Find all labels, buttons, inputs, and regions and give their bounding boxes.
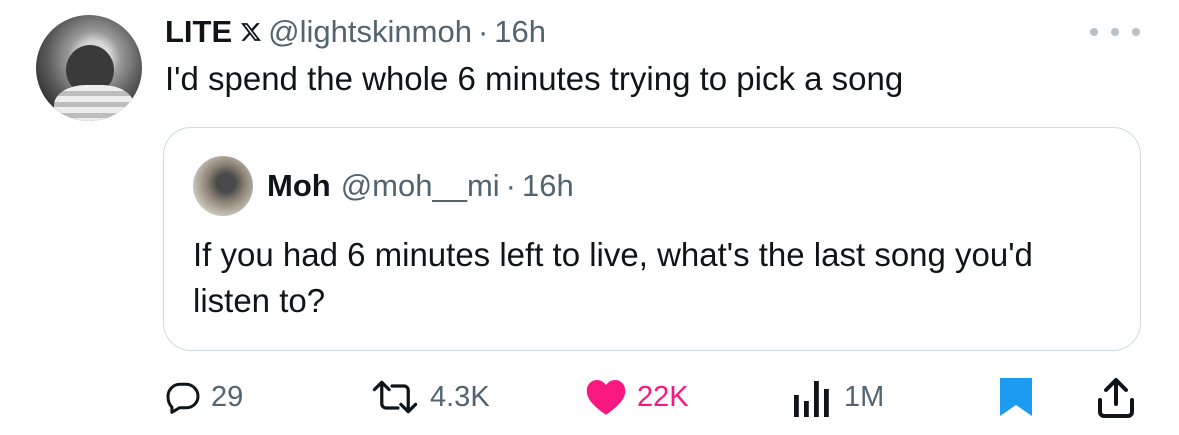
quoted-tweet[interactable]: Moh @moh__mi · 16h If you had 6 minutes …: [163, 127, 1141, 351]
avatar[interactable]: [36, 15, 142, 121]
more-dot: [1111, 28, 1119, 36]
quoted-handle[interactable]: @moh__mi: [341, 168, 500, 204]
share-button[interactable]: [1096, 372, 1136, 422]
repost-count: 4.3K: [430, 380, 490, 413]
reply-icon: [166, 382, 200, 414]
tweet-text: I'd spend the whole 6 minutes trying to …: [165, 60, 904, 97]
timestamp[interactable]: 16h: [494, 14, 546, 50]
tweet-header: LITE @lightskinmoh · 16h: [165, 12, 546, 52]
reply-button[interactable]: 29: [165, 372, 243, 422]
avatar-shirt: [54, 85, 134, 121]
like-button[interactable]: 22K: [585, 372, 689, 422]
views-button[interactable]: 1M: [790, 372, 884, 422]
display-name[interactable]: LITE: [165, 14, 232, 50]
views-count: 1M: [844, 380, 885, 413]
bookmark-button[interactable]: [998, 372, 1034, 422]
separator-dot: ·: [505, 168, 516, 203]
repost-button[interactable]: 4.3K: [370, 372, 490, 422]
x-logo-icon: [241, 23, 262, 41]
more-icon[interactable]: [1090, 20, 1140, 44]
heart-icon: [586, 380, 626, 415]
quoted-header: Moh @moh__mi · 16h: [267, 168, 574, 204]
more-dot: [1090, 28, 1098, 36]
separator-dot: ·: [477, 14, 489, 49]
action-bar: 29 4.3K 22K 1M: [0, 372, 1179, 422]
bookmark-icon: [1000, 378, 1032, 416]
analytics-icon: [794, 381, 829, 417]
quoted-timestamp[interactable]: 16h: [522, 168, 574, 204]
like-count: 22K: [637, 380, 689, 413]
more-dot: [1132, 28, 1140, 36]
quoted-avatar[interactable]: [193, 156, 253, 216]
reply-count: 29: [211, 380, 244, 413]
quoted-text: If you had 6 minutes left to live, what'…: [193, 236, 1033, 319]
repost-icon: [372, 380, 418, 414]
share-icon: [1098, 378, 1134, 418]
quoted-display-name[interactable]: Moh: [267, 168, 331, 204]
handle[interactable]: @lightskinmoh: [268, 14, 472, 50]
